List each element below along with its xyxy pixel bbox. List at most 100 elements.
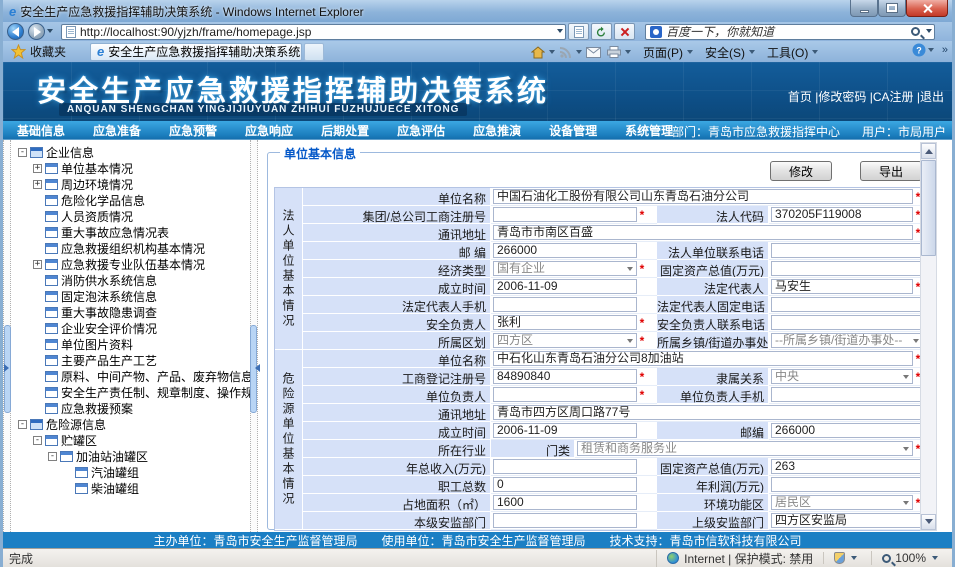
zoom-dropdown-icon[interactable] [932,556,938,563]
menu-item-1[interactable]: 应急准备 [79,122,155,139]
address-dropdown-icon[interactable] [557,29,563,36]
scroll-down-button[interactable] [921,514,936,530]
search-dropdown-icon[interactable] [926,29,932,36]
form-input[interactable]: 2006-11-09 [493,423,637,438]
compatibility-view-button[interactable] [568,23,589,40]
forward-button[interactable] [28,23,45,40]
menu-item-3[interactable]: 应急响应 [231,122,307,139]
tree-item[interactable]: 企业安全评价情况 [12,320,250,336]
tree-item[interactable]: 固定泡沫系统信息 [12,288,250,304]
tree-toggle-icon[interactable]: + [33,260,42,269]
quick-link-1[interactable]: 修改密码 [818,90,866,104]
form-input[interactable]: 263 [771,459,923,474]
search-input[interactable]: 百度一下，你就知道 [666,23,911,40]
tree-item[interactable]: 原料、中间产物、产品、废弃物信息 [12,368,250,384]
modify-button[interactable]: 修改 [770,161,832,181]
history-dropdown-icon[interactable] [47,29,53,36]
tree-toggle-icon[interactable]: + [33,164,42,173]
form-input[interactable] [771,315,923,330]
tree-item[interactable]: 安全生产责任制、规章制度、操作规程信息 [12,384,250,400]
tree-item[interactable]: 重大事故隐患调查 [12,304,250,320]
quick-link-3[interactable]: 退出 [920,90,944,104]
mail-icon[interactable] [586,47,601,58]
form-input[interactable]: 266000 [771,423,923,438]
form-input[interactable]: 中石化山东青岛石油分公司8加油站 [493,351,913,366]
form-select[interactable]: 国有企业 [493,261,637,276]
form-input[interactable]: 中国石油化工股份有限公司山东青岛石油分公司 [493,189,913,204]
search-box[interactable]: 百度一下，你就知道 [645,24,935,40]
form-input[interactable]: 266000 [493,243,637,258]
form-input[interactable] [771,243,923,258]
form-input[interactable]: 370205F119008 [771,207,913,222]
safety-dropdown-icon[interactable] [749,50,755,57]
tree-item[interactable]: +周边环境情况 [12,176,250,192]
tree-splitter-handle[interactable] [250,325,257,413]
form-input[interactable] [771,477,923,492]
form-input[interactable] [493,387,637,402]
favorites-star-icon[interactable] [11,44,26,59]
scroll-up-button[interactable] [921,143,936,159]
print-icon[interactable] [607,46,621,58]
form-select[interactable]: 中央 [771,369,913,384]
tree-item[interactable]: 应急救援预案 [12,400,250,416]
tree-splitter[interactable] [250,140,258,532]
form-input[interactable]: 青岛市市南区百盛 [493,225,913,240]
tree-item[interactable]: 重大事故应急情况表 [12,224,250,240]
tree-item[interactable]: -贮罐区 [12,432,250,448]
form-input[interactable]: 2006-11-09 [493,279,637,294]
tree-item[interactable]: +单位基本情况 [12,160,250,176]
close-button[interactable] [906,0,948,17]
tree-item[interactable]: 主要产品生产工艺 [12,352,250,368]
tree-item[interactable]: 人员资质情况 [12,208,250,224]
minimize-button[interactable] [850,0,878,17]
form-input[interactable]: 0 [493,477,637,492]
tree-item[interactable]: 危险化学品信息 [12,192,250,208]
stop-button[interactable] [614,23,635,40]
tree-item[interactable]: 消防供水系统信息 [12,272,250,288]
menu-item-5[interactable]: 应急评估 [383,122,459,139]
favorites-label[interactable]: 收藏夹 [30,43,66,60]
tree-toggle-icon[interactable]: - [33,436,42,445]
tree-item[interactable]: -加油站油罐区 [12,448,250,464]
address-url[interactable]: http://localhost:90/yjzh/frame/homepage.… [80,25,555,39]
tree-toggle-icon[interactable]: + [33,180,42,189]
address-bar[interactable]: http://localhost:90/yjzh/frame/homepage.… [61,24,566,40]
print-dropdown-icon[interactable] [625,50,631,57]
menu-item-6[interactable]: 应急推演 [459,122,535,139]
form-input[interactable]: 84890840 [493,369,637,384]
safety-report[interactable] [823,552,871,564]
scrollbar-thumb[interactable] [921,160,936,256]
tools-menu[interactable]: 工具(O) [767,44,808,61]
tools-dropdown-icon[interactable] [812,50,818,57]
home-dropdown-icon[interactable] [549,50,555,57]
tree-toggle-icon[interactable]: - [18,420,27,429]
tree-item[interactable]: 汽油罐组 [12,464,250,480]
menu-item-4[interactable]: 后期处置 [307,122,383,139]
page-dropdown-icon[interactable] [687,50,693,57]
tree-toggle-icon[interactable]: - [18,148,27,157]
refresh-button[interactable] [591,23,612,40]
page-menu[interactable]: 页面(P) [643,44,683,61]
tree-item[interactable]: +应急救援专业队伍基本情况 [12,256,250,272]
more-commands-chevron[interactable]: » [942,44,948,56]
tree-toggle-icon[interactable]: - [48,452,57,461]
active-tab[interactable]: e 安全生产应急救援指挥辅助决策系统 [90,43,302,61]
feeds-icon[interactable] [559,46,572,59]
back-button[interactable] [7,23,24,40]
export-button[interactable]: 导出 [860,161,922,181]
form-input[interactable]: 张利 [493,315,637,330]
menu-item-0[interactable]: 基础信息 [3,122,79,139]
home-icon[interactable] [531,46,545,59]
form-input[interactable] [771,261,923,276]
quick-link-2[interactable]: CA注册 [873,90,914,104]
form-input[interactable] [771,297,923,312]
left-splitter-handle[interactable] [4,325,11,413]
form-input[interactable]: 青岛市四方区周口路77号 [493,405,923,420]
new-tab-button[interactable] [304,43,324,61]
form-select[interactable]: 四方区 [493,333,637,348]
content-scrollbar[interactable] [920,142,937,531]
form-select[interactable]: 居民区 [771,495,913,510]
help-icon[interactable]: ? [912,43,926,57]
form-input[interactable]: 马安生 [771,279,913,294]
menu-item-7[interactable]: 设备管理 [535,122,611,139]
